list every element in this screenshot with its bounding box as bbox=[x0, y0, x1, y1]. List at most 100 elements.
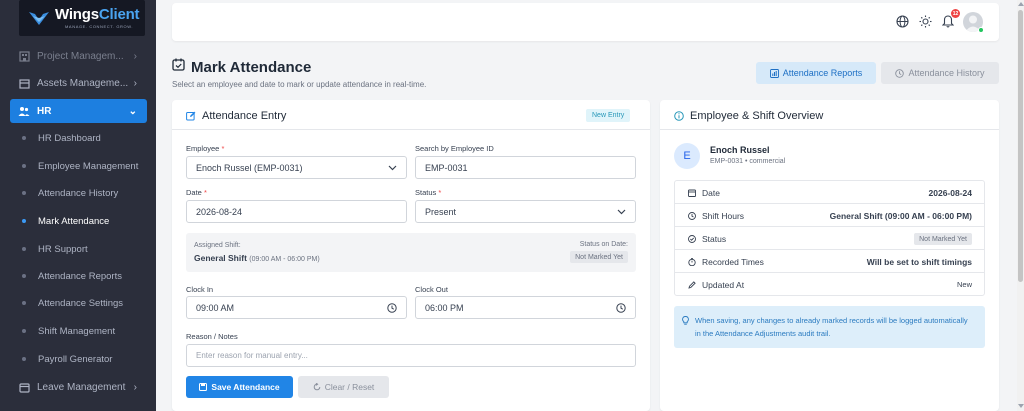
check-circle-icon bbox=[687, 235, 696, 244]
page-subtitle: Select an employee and date to mark or u… bbox=[172, 80, 427, 89]
scrollbar-thumb[interactable] bbox=[1018, 10, 1023, 282]
detail-key: Shift Hours bbox=[702, 211, 745, 221]
sidebar-item-hr[interactable]: HR ⌄ bbox=[10, 99, 147, 123]
status-label: Status * bbox=[415, 188, 441, 197]
sidebar-item-label: HR bbox=[37, 105, 52, 117]
notes-input[interactable]: Enter reason for manual entry... bbox=[186, 344, 636, 367]
notes-label: Reason / Notes bbox=[186, 332, 238, 341]
page-title: Mark Attendance bbox=[191, 58, 312, 76]
sidebar-item-assets-management[interactable]: Assets Manageme... › bbox=[10, 71, 147, 95]
employee-select-value: Enoch Russel (EMP-0031) bbox=[196, 162, 303, 173]
employee-name: Enoch Russel bbox=[710, 145, 770, 155]
date-label: Date * bbox=[186, 188, 207, 197]
save-attendance-label: Save Attendance bbox=[211, 382, 280, 392]
submenu-mark-attendance[interactable]: Mark Attendance bbox=[22, 211, 109, 231]
clock-out-input[interactable]: 06:00 PM bbox=[415, 296, 636, 319]
submenu-shift-management[interactable]: Shift Management bbox=[22, 321, 115, 341]
submenu-attendance-history[interactable]: Attendance History bbox=[22, 183, 118, 203]
bullet-icon bbox=[22, 191, 26, 195]
chevron-right-icon: › bbox=[133, 381, 137, 393]
detail-row-recorded-times: Recorded Times Will be set to shift timi… bbox=[675, 250, 984, 273]
entry-card-header: Attendance Entry bbox=[186, 110, 286, 122]
clock-in-input[interactable]: 09:00 AM bbox=[186, 296, 407, 319]
submenu-label: Attendance Settings bbox=[38, 297, 124, 309]
employee-avatar: E bbox=[674, 143, 700, 169]
sidebar-item-project-management[interactable]: Project Managem... › bbox=[10, 44, 147, 68]
bullet-icon bbox=[22, 219, 26, 223]
submenu-payroll-generator[interactable]: Payroll Generator bbox=[22, 349, 112, 369]
calendar-icon bbox=[18, 381, 30, 393]
attendance-reports-label: Attendance Reports bbox=[782, 68, 863, 78]
submenu-label: Mark Attendance bbox=[38, 215, 110, 227]
detail-row-updated-at: Updated At New bbox=[675, 273, 984, 296]
submenu-hr-dashboard[interactable]: HR Dashboard bbox=[22, 128, 101, 148]
employee-label: Employee * bbox=[186, 144, 224, 153]
detail-row-status: Status Not Marked Yet bbox=[675, 227, 984, 250]
submenu-label: HR Dashboard bbox=[38, 132, 101, 144]
assigned-shift-label: Assigned Shift: bbox=[194, 242, 241, 249]
submenu-attendance-settings[interactable]: Attendance Settings bbox=[22, 293, 123, 313]
clock-in-value: 09:00 AM bbox=[196, 302, 235, 313]
scroll-down-arrow-icon[interactable] bbox=[1018, 404, 1024, 408]
status-select-value: Present bbox=[425, 206, 457, 217]
sun-icon[interactable] bbox=[918, 14, 932, 28]
submenu-label: Shift Management bbox=[38, 325, 116, 337]
page-scrollbar[interactable] bbox=[1017, 0, 1024, 411]
calendar-check-icon bbox=[172, 58, 185, 76]
clear-reset-button[interactable]: Clear / Reset bbox=[298, 376, 389, 398]
assigned-shift-hours: (09:00 AM - 06:00 PM) bbox=[249, 256, 320, 263]
bullet-icon bbox=[22, 274, 26, 278]
date-input[interactable]: 2026-08-24 bbox=[186, 200, 407, 223]
assigned-shift-name: General Shift bbox=[194, 253, 247, 263]
detail-row-date: Date 2026-08-24 bbox=[675, 181, 984, 204]
status-select[interactable]: Present bbox=[415, 200, 636, 223]
submenu-hr-support[interactable]: HR Support bbox=[22, 239, 88, 259]
employee-meta: EMP-0031 • commercial bbox=[710, 158, 786, 165]
clock-in-label: Clock In bbox=[186, 285, 214, 294]
employee-select[interactable]: Enoch Russel (EMP-0031) bbox=[186, 156, 407, 179]
sidebar-item-label: Assets Manageme... bbox=[37, 77, 129, 89]
building-icon bbox=[18, 50, 30, 62]
chart-icon bbox=[769, 68, 779, 78]
sidebar-item-label: Project Managem... bbox=[37, 50, 124, 62]
page-heading: Mark Attendance bbox=[172, 58, 311, 76]
divider bbox=[660, 129, 999, 130]
history-icon bbox=[895, 68, 905, 78]
submenu-employee-management[interactable]: Employee Management bbox=[22, 156, 138, 176]
bell-icon[interactable]: 12 bbox=[941, 9, 960, 28]
box-icon bbox=[18, 77, 30, 89]
clear-reset-label: Clear / Reset bbox=[324, 382, 375, 392]
submenu-label: Payroll Generator bbox=[38, 353, 113, 365]
employee-shift-overview-card: Employee & Shift Overview E Enoch Russel… bbox=[660, 100, 999, 411]
info-icon bbox=[674, 111, 684, 121]
overview-details-table: Date 2026-08-24 Shift Hours General Shif… bbox=[674, 180, 985, 296]
detail-row-shift-hours: Shift Hours General Shift (09:00 AM - 06… bbox=[675, 204, 984, 227]
attendance-reports-button[interactable]: Attendance Reports bbox=[756, 62, 876, 84]
scroll-up-arrow-icon[interactable] bbox=[1018, 2, 1024, 6]
detail-key: Date bbox=[702, 188, 720, 198]
clock-icon bbox=[687, 212, 696, 221]
assigned-shift-value: General Shift (09:00 AM - 06:00 PM) bbox=[194, 253, 320, 263]
date-label-text: Date bbox=[186, 188, 202, 197]
status-on-date-label: Status on Date: bbox=[579, 241, 628, 248]
reset-icon bbox=[313, 383, 321, 391]
bullet-icon bbox=[22, 357, 26, 361]
online-status-indicator bbox=[978, 27, 984, 33]
globe-icon[interactable] bbox=[895, 14, 909, 28]
required-marker: * bbox=[203, 188, 207, 197]
save-attendance-button[interactable]: Save Attendance bbox=[186, 376, 293, 398]
bullet-icon bbox=[22, 329, 26, 333]
brand-logo[interactable]: WingsClient MANAGE. CONNECT. GROW. bbox=[19, 0, 145, 36]
employee-id-search-input[interactable]: EMP-0031 bbox=[415, 156, 636, 179]
sidebar-item-label: Leave Management bbox=[37, 381, 126, 393]
sidebar-item-leave-management[interactable]: Leave Management › bbox=[10, 375, 147, 399]
wings-logo-icon bbox=[29, 12, 49, 25]
detail-value: General Shift (09:00 AM - 06:00 PM) bbox=[829, 211, 972, 221]
entry-card-title: Attendance Entry bbox=[202, 110, 287, 122]
detail-value: 2026-08-24 bbox=[928, 188, 972, 198]
status-label-text: Status bbox=[415, 188, 437, 197]
notification-badge: 12 bbox=[951, 9, 960, 18]
submenu-attendance-reports[interactable]: Attendance Reports bbox=[22, 266, 122, 286]
clock-out-value: 06:00 PM bbox=[425, 302, 464, 313]
attendance-history-button[interactable]: Attendance History bbox=[881, 62, 999, 84]
